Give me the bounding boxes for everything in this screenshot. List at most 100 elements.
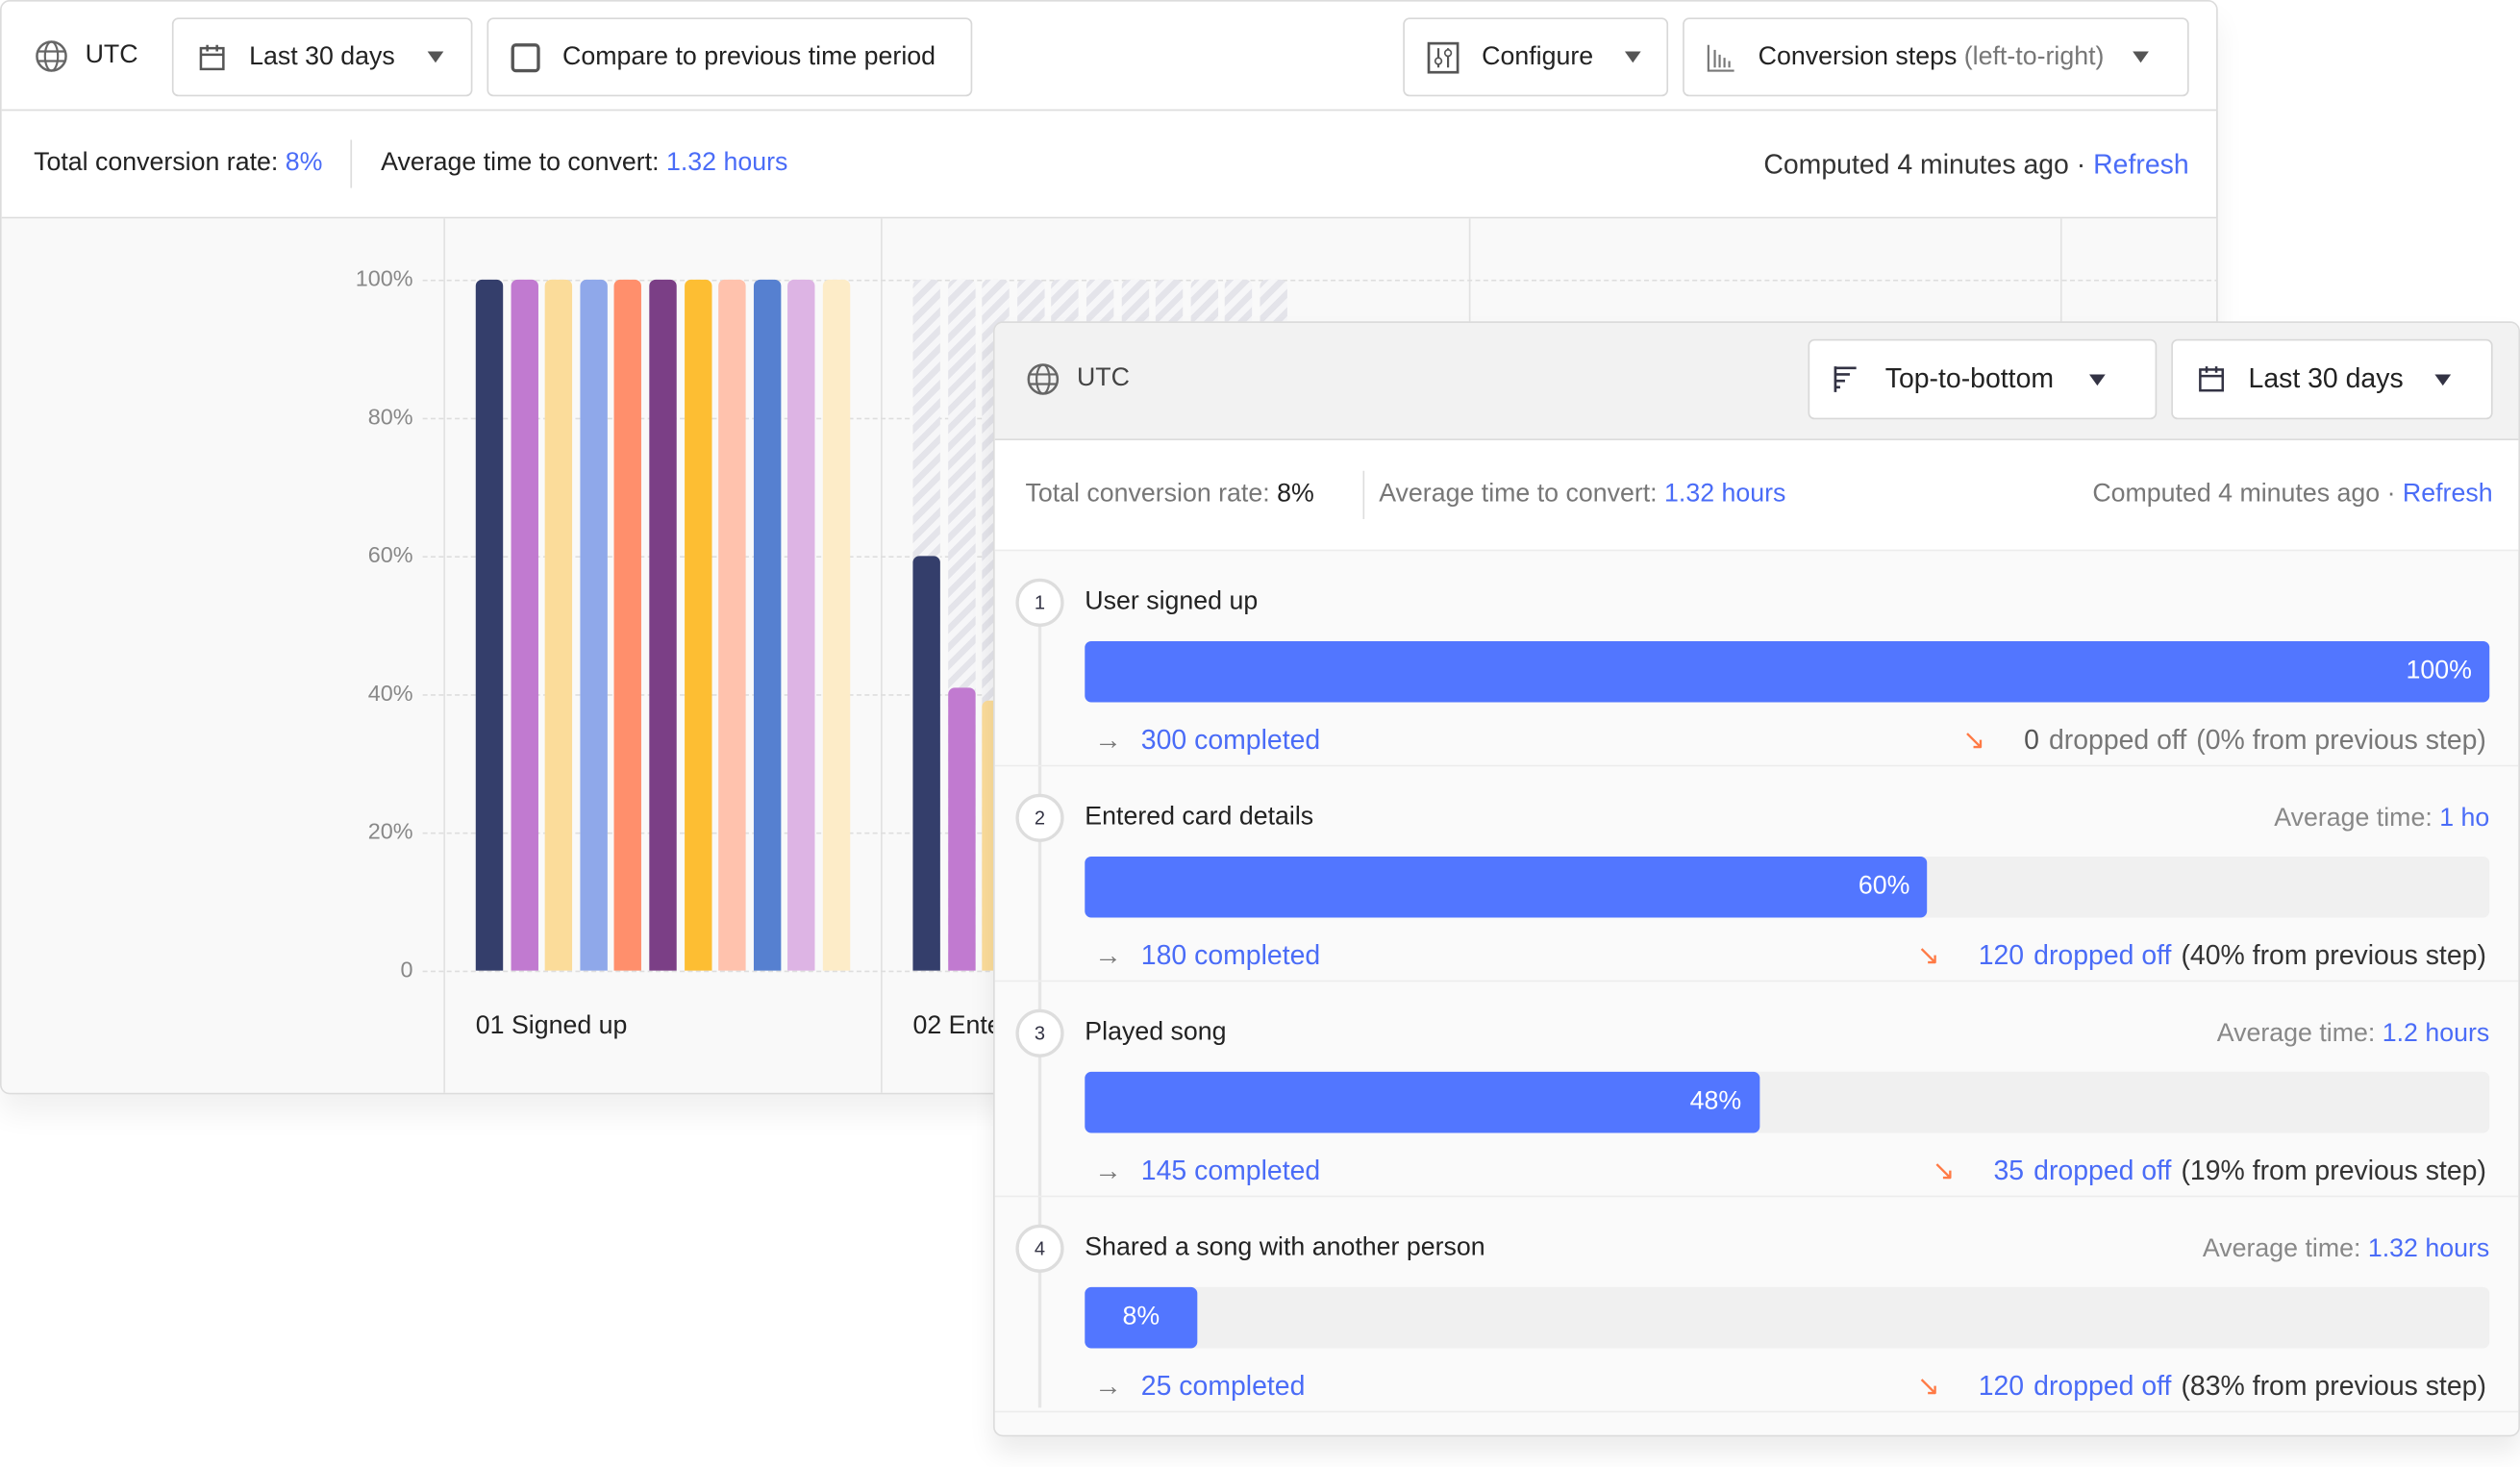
conversion-bar[interactable] xyxy=(649,279,677,971)
dropped-count: 0 xyxy=(2024,724,2039,756)
timezone[interactable]: UTC xyxy=(34,38,138,74)
step-title: Entered card details xyxy=(1085,803,1314,832)
avg-label: Average time to convert: xyxy=(1379,480,1658,509)
dropped-off[interactable]: ↘ 0 dropped off (0% from previous step) xyxy=(1962,725,2486,757)
view-mode-sub: (left-to-right) xyxy=(1963,42,2105,70)
toolbar: UTC Top-to-bottom Last 30 days xyxy=(994,322,2519,441)
step-progress-track: 8% xyxy=(1085,1286,2490,1349)
sliders-icon xyxy=(1427,40,1460,73)
funnel-panel-top-to-bottom: UTC Top-to-bottom Last 30 days Total con… xyxy=(993,321,2520,1437)
avg-label: Average time: xyxy=(2216,1020,2376,1048)
completed-label: 25 completed xyxy=(1140,1370,1306,1402)
view-mode-label: Conversion steps xyxy=(1758,42,1958,70)
step-progress-fill[interactable]: 8% xyxy=(1085,1286,1198,1349)
divider xyxy=(350,139,353,188)
avg-time: Average time to convert: 1.32 hours xyxy=(381,149,787,178)
orientation-dropdown[interactable]: Top-to-bottom xyxy=(1808,338,2158,420)
completed-label: 180 completed xyxy=(1140,939,1321,971)
caret-down-icon xyxy=(2088,373,2106,385)
configure-label: Configure xyxy=(1482,42,1594,70)
percent-label: 100% xyxy=(2406,657,2472,685)
conversion-bar[interactable] xyxy=(684,279,711,971)
refresh-link[interactable]: Refresh xyxy=(2403,481,2493,508)
dropped-off[interactable]: ↘ 120 dropped off (40% from previous step) xyxy=(1917,940,2486,972)
caret-down-icon xyxy=(2133,51,2150,63)
step-avg-time: Average time: 1 ho xyxy=(2274,805,2489,833)
compare-checkbox[interactable]: Compare to previous time period xyxy=(487,17,973,97)
view-mode-dropdown[interactable]: Conversion steps (left-to-right) xyxy=(1683,17,2189,97)
refresh-link[interactable]: Refresh xyxy=(2093,149,2189,180)
total-value: 8% xyxy=(1277,480,1314,509)
computed-info: Computed 4 minutes ago · Refresh xyxy=(2092,481,2492,510)
y-tick-label: 60% xyxy=(367,541,413,568)
dropped-detail: (0% from previous step) xyxy=(2196,724,2486,756)
total-conversion: Total conversion rate: 8% xyxy=(1025,481,1313,510)
calendar-icon xyxy=(2199,366,2225,392)
step-progress-fill[interactable]: 100% xyxy=(1085,640,2490,703)
conversion-bar[interactable] xyxy=(475,279,504,971)
date-range-dropdown[interactable]: Last 30 days xyxy=(2171,338,2493,420)
dropped-label: dropped off xyxy=(2048,724,2187,756)
date-range-dropdown[interactable]: Last 30 days xyxy=(171,17,473,97)
conversion-bar[interactable] xyxy=(544,279,573,971)
step-progress-fill[interactable]: 48% xyxy=(1085,1071,1759,1133)
dropped-off[interactable]: ↘ 120 dropped off (83% from previous step) xyxy=(1917,1371,2486,1403)
conversion-bar[interactable] xyxy=(822,279,851,971)
step-avg-time: Average time: 1.2 hours xyxy=(2217,1020,2489,1049)
date-range-label: Last 30 days xyxy=(2248,362,2404,394)
column-divider xyxy=(881,218,883,1093)
configure-dropdown[interactable]: Configure xyxy=(1403,17,1669,97)
step-progress-fill[interactable]: 60% xyxy=(1085,856,1928,918)
y-tick-label: 80% xyxy=(367,403,413,430)
funnel-step: 4 Shared a song with another person Aver… xyxy=(994,1197,2519,1413)
completed-link[interactable]: → 300 completed xyxy=(1094,725,1320,757)
funnel-step: 3 Played song Average time: 1.2 hours 48… xyxy=(994,982,2519,1198)
conversion-bar[interactable] xyxy=(753,279,782,971)
step-title: User signed up xyxy=(1085,587,1259,616)
conversion-bar[interactable] xyxy=(912,556,940,971)
step-number: 2 xyxy=(1015,793,1064,842)
conversion-bar[interactable] xyxy=(787,279,816,971)
bar-chart-icon xyxy=(1707,43,1734,71)
calendar-icon xyxy=(199,43,225,70)
completed-link[interactable]: → 145 completed xyxy=(1094,1156,1320,1187)
conversion-bar[interactable] xyxy=(947,686,975,971)
completed-link[interactable]: → 180 completed xyxy=(1094,940,1320,972)
arrow-right-icon: → xyxy=(1094,1155,1122,1186)
dropped-label: dropped off xyxy=(2033,1155,2172,1186)
avg-value: 1.2 hours xyxy=(2382,1020,2490,1048)
computed-label: Computed 4 minutes ago · xyxy=(2092,480,2396,509)
completed-label: 300 completed xyxy=(1140,724,1321,756)
y-tick-label: 40% xyxy=(367,680,413,706)
total-label: Total conversion rate: xyxy=(1025,480,1270,509)
timezone-label: UTC xyxy=(1076,364,1130,392)
caret-down-icon xyxy=(2435,373,2452,385)
dropped-off[interactable]: ↘ 35 dropped off (19% from previous step) xyxy=(1933,1156,2486,1187)
timezone[interactable]: UTC xyxy=(1025,361,1130,397)
date-range-label: Last 30 days xyxy=(249,42,395,70)
computed-label: Computed 4 minutes ago · xyxy=(1763,149,2086,181)
step-progress-track: 60% xyxy=(1085,856,2490,918)
category-label: 01 Signed up xyxy=(475,1012,628,1040)
step-progress-track: 100% xyxy=(1085,640,2490,703)
conversion-bar[interactable] xyxy=(510,279,538,971)
dropped-label: dropped off xyxy=(2033,1370,2172,1402)
arrow-down-right-icon: ↘ xyxy=(1916,939,1940,971)
total-conversion: Total conversion rate: 8% xyxy=(34,149,322,178)
arrow-right-icon: → xyxy=(1094,939,1122,971)
y-tick-label: 100% xyxy=(355,264,413,291)
dropped-detail: (19% from previous step) xyxy=(2181,1155,2486,1186)
funnel-list-icon xyxy=(1834,366,1857,392)
conversion-bar[interactable] xyxy=(580,279,608,971)
dropped-detail: (40% from previous step) xyxy=(2181,939,2486,971)
conversion-bar[interactable] xyxy=(718,279,746,971)
total-value: 8% xyxy=(285,149,323,177)
y-tick-label: 0 xyxy=(400,956,413,982)
completed-link[interactable]: → 25 completed xyxy=(1094,1371,1305,1403)
arrow-down-right-icon: ↘ xyxy=(1932,1155,1956,1186)
globe-icon xyxy=(36,40,67,72)
completed-label: 145 completed xyxy=(1140,1155,1321,1186)
conversion-bar[interactable] xyxy=(614,279,642,971)
category-label: 02 Ente xyxy=(912,1012,1002,1040)
avg-label: Average time: xyxy=(2202,1235,2361,1263)
